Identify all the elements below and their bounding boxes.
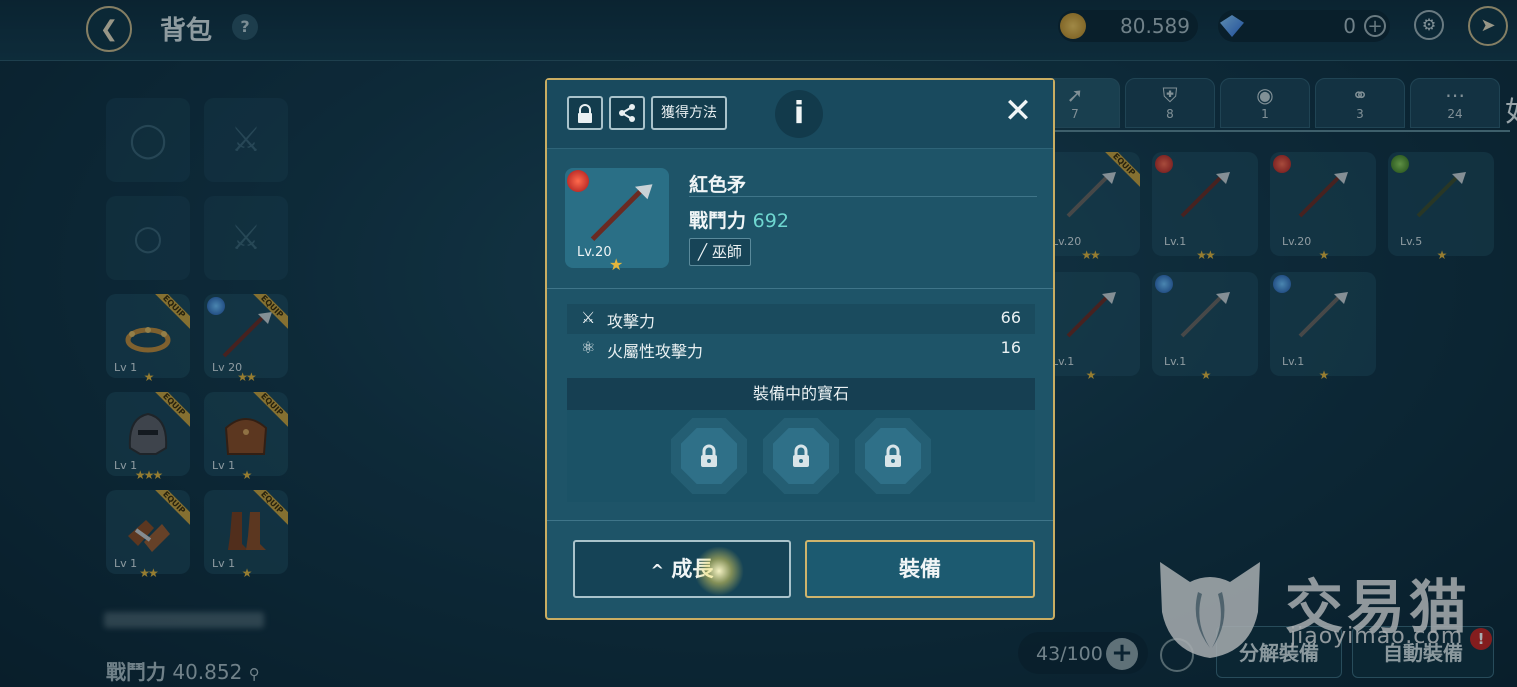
power-value: 692 xyxy=(752,210,789,232)
socketed-gems-panel: 裝備中的寶石 xyxy=(567,378,1035,502)
wand-icon: ╱ xyxy=(698,243,708,261)
spear-icon xyxy=(590,184,653,242)
gem-slot-locked[interactable] xyxy=(671,418,747,494)
gem-slot-locked[interactable] xyxy=(763,418,839,494)
fire-sword-icon: ⚛ xyxy=(581,338,596,357)
divider xyxy=(689,196,1037,197)
stat-label: 攻擊力 xyxy=(607,312,656,331)
item-icon-frame: Lv.20 ★ xyxy=(565,168,669,274)
item-level: Lv.20 xyxy=(577,245,612,260)
power-label: 戰鬥力 xyxy=(689,210,747,232)
stat-label: 火屬性攻擊力 xyxy=(607,342,704,361)
info-button[interactable]: i xyxy=(775,90,823,138)
acquire-method-button[interactable]: 獲得方法 xyxy=(651,96,727,130)
crossed-swords-icon: ⚔ xyxy=(581,308,596,327)
gem-slot-locked[interactable] xyxy=(855,418,931,494)
divider xyxy=(547,520,1053,521)
stat-value: 66 xyxy=(1000,308,1021,327)
divider xyxy=(547,288,1053,289)
item-name: 紅色矛 xyxy=(689,174,747,196)
share-icon xyxy=(619,104,635,122)
share-button[interactable] xyxy=(609,96,645,130)
item-detail-modal: 獲得方法 i ✕ Lv.20 ★ 紅色矛 戰鬥力 692 ╱ 巫師 ⚔ 攻擊力 … xyxy=(545,78,1055,620)
gems-title: 裝備中的寶石 xyxy=(567,378,1035,410)
grow-button[interactable]: ^ 成長 xyxy=(573,540,791,598)
modal-header: 獲得方法 i ✕ xyxy=(547,80,1053,149)
stat-row: ⚛ 火屬性攻擊力 16 xyxy=(567,334,1035,364)
class-badge: ╱ 巫師 xyxy=(689,238,751,266)
class-label: 巫師 xyxy=(711,243,742,261)
lock-icon xyxy=(701,444,717,467)
lock-icon xyxy=(793,444,809,467)
item-power: 戰鬥力 692 xyxy=(689,206,789,233)
lock-icon xyxy=(885,444,901,467)
close-button[interactable]: ✕ xyxy=(1001,94,1035,128)
tap-glow xyxy=(694,546,744,596)
equip-button[interactable]: 裝備 xyxy=(805,540,1035,598)
chevron-up-icon: ^ xyxy=(650,561,665,580)
item-star: ★ xyxy=(609,255,624,274)
stat-row: ⚔ 攻擊力 66 xyxy=(567,304,1035,334)
lock-icon xyxy=(578,104,592,123)
stat-value: 16 xyxy=(1000,338,1021,357)
lock-button[interactable] xyxy=(567,96,603,130)
